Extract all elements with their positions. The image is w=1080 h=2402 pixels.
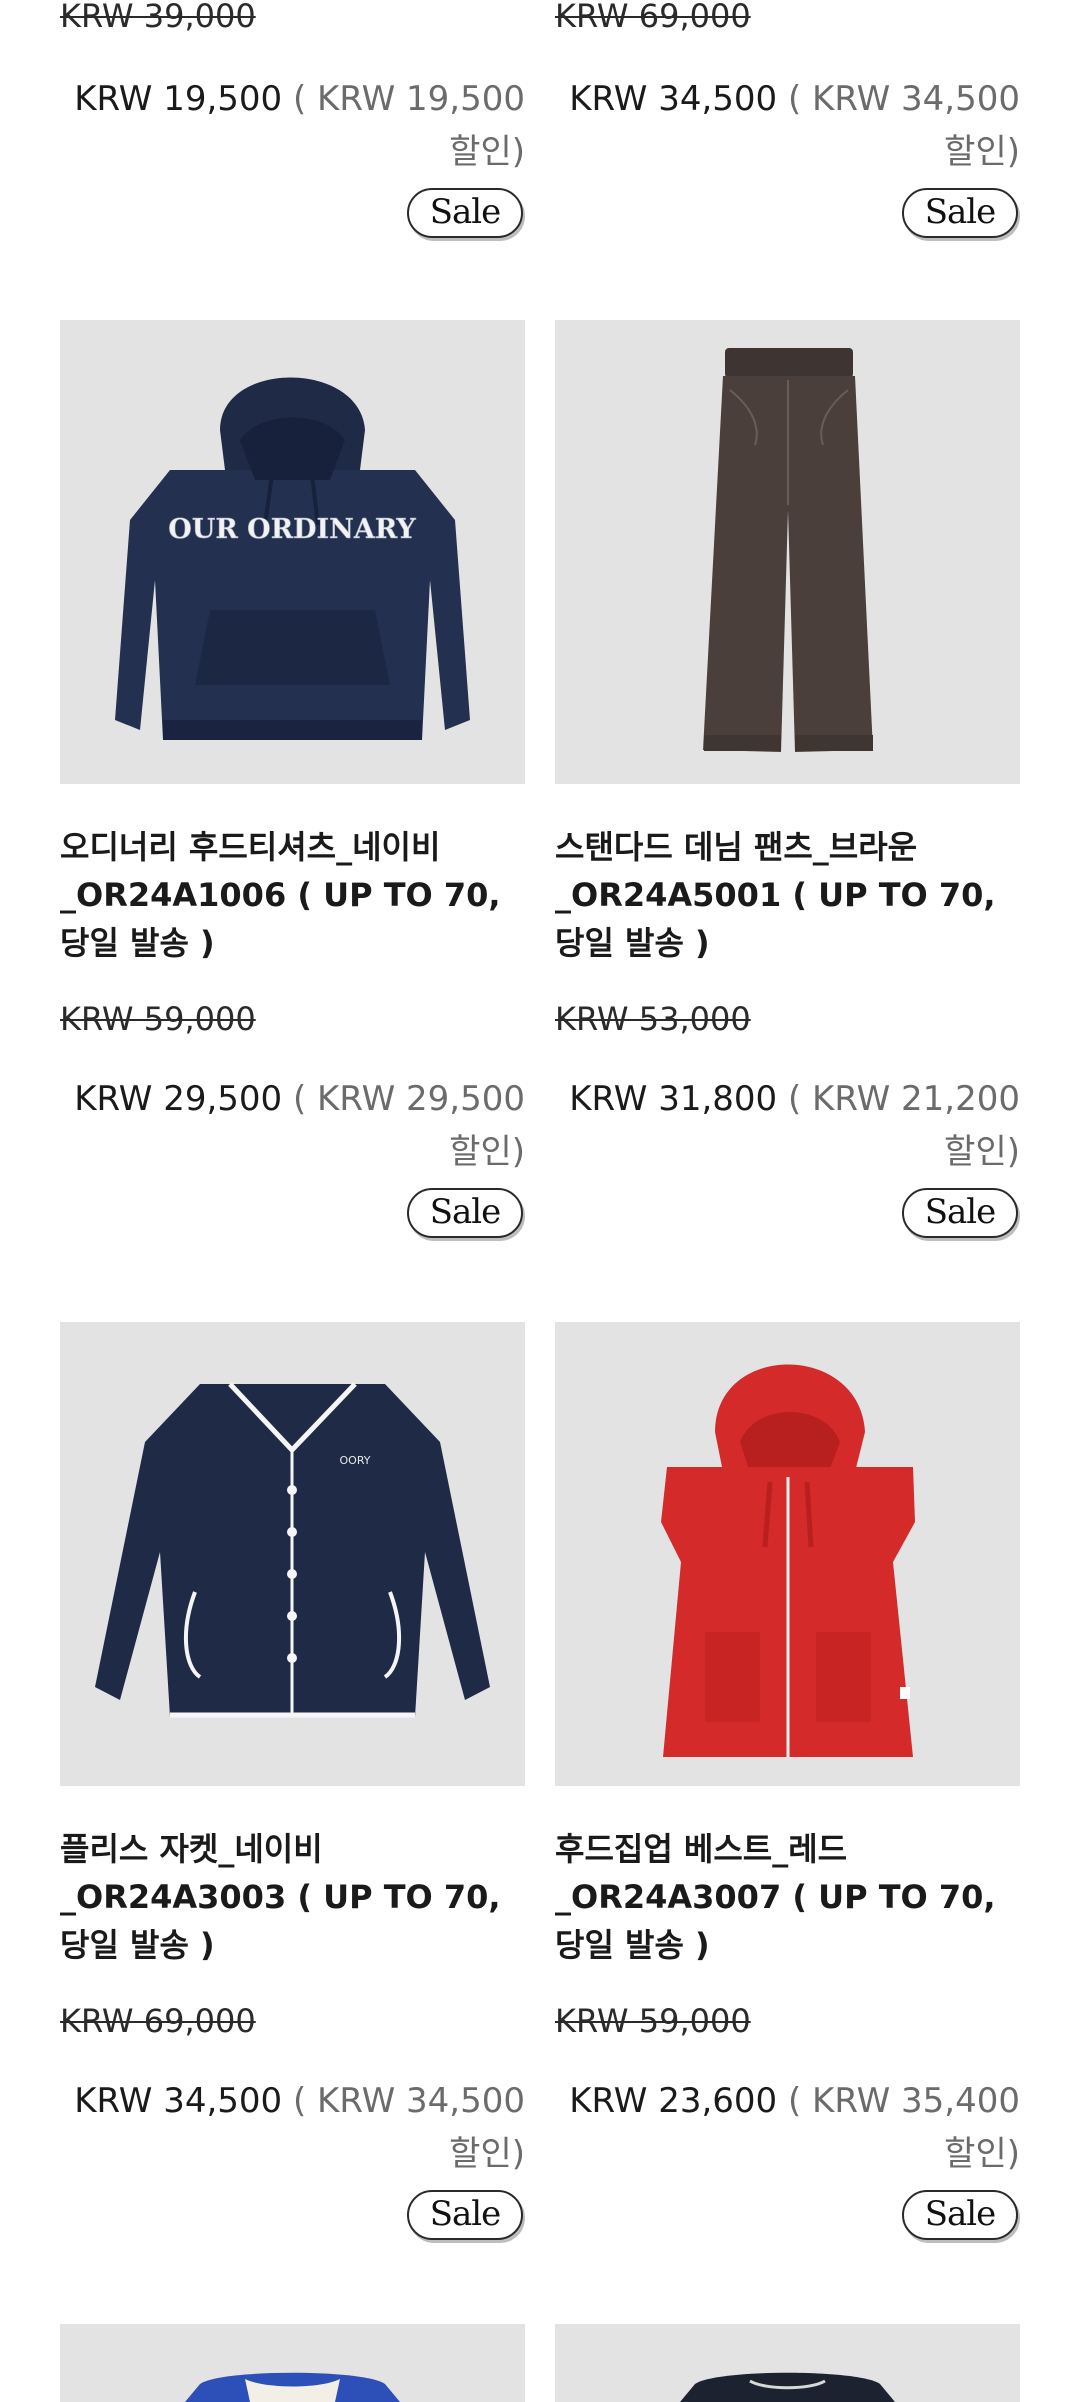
sale-badge: Sale <box>902 188 1018 238</box>
red-vest-image <box>555 1322 1020 1786</box>
original-price: KRW 39,000 <box>60 0 256 35</box>
sale-price: KRW 19,500 ( KRW 19,500 할인) <box>74 79 525 172</box>
svg-text:OUR ORDINARY: OUR ORDINARY <box>168 514 416 545</box>
original-price: KRW 53,000 <box>555 1000 751 1038</box>
original-price: KRW 69,000 <box>555 0 751 35</box>
product-title[interactable]: 후드집업 베스트_레드_OR24A3007 ( UP TO 70, 당일 발송 … <box>555 1825 1035 1969</box>
sale-price: KRW 34,500 ( KRW 34,500 할인) <box>569 79 1020 172</box>
sale-badge: Sale <box>407 1188 523 1238</box>
product-image[interactable]: OORY <box>60 1322 525 1786</box>
product-title[interactable]: 스탠다드 데님 팬츠_브라운_OR24A5001 ( UP TO 70, 당일 … <box>555 823 1035 967</box>
original-price: KRW 59,000 <box>555 2002 751 2040</box>
product-image[interactable] <box>60 2324 525 2402</box>
sale-badge: Sale <box>407 188 523 238</box>
sale-badge: Sale <box>902 1188 1018 1238</box>
navy-fleece-jacket-image: OORY <box>60 1322 525 1786</box>
sale-price: KRW 34,500 ( KRW 34,500 할인) <box>74 2081 525 2174</box>
product-image[interactable] <box>555 1322 1020 1786</box>
navy-hoodie-image: OUR ORDINARY <box>60 320 525 784</box>
svg-text:OORY: OORY <box>340 1454 371 1467</box>
product-image[interactable]: OUR ORDINARY <box>60 320 525 784</box>
sale-badge: Sale <box>902 2190 1018 2240</box>
sale-price: KRW 29,500 ( KRW 29,500 할인) <box>74 1079 525 1172</box>
original-price: KRW 69,000 <box>60 2002 256 2040</box>
original-price: KRW 59,000 <box>60 1000 256 1038</box>
sale-badge: Sale <box>407 2190 523 2240</box>
sale-price: KRW 31,800 ( KRW 21,200 할인) <box>569 1079 1020 1172</box>
product-title[interactable]: 오디너리 후드티셔츠_네이비_OR24A1006 ( UP TO 70, 당일 … <box>60 823 540 967</box>
sale-price: KRW 23,600 ( KRW 35,400 할인) <box>569 2081 1020 2174</box>
product-image[interactable] <box>555 320 1020 784</box>
blue-top-image <box>60 2324 525 2402</box>
dark-top-image <box>555 2324 1020 2402</box>
brown-denim-pants-image <box>555 320 1020 784</box>
product-image[interactable] <box>555 2324 1020 2402</box>
product-title[interactable]: 플리스 자켓_네이비_OR24A3003 ( UP TO 70, 당일 발송 ) <box>60 1825 540 1969</box>
